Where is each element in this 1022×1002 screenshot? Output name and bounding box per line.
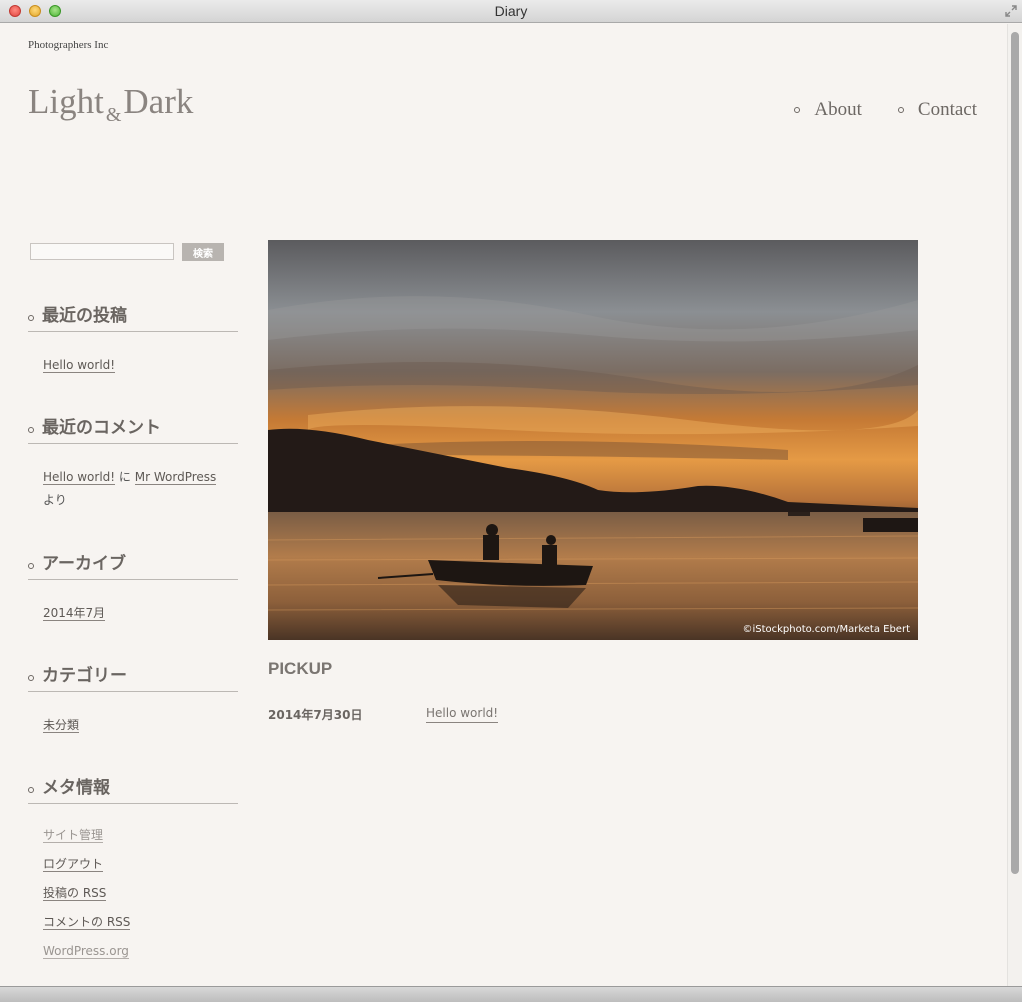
widget-archives: アーカイブ 2014年7月 — [28, 549, 238, 625]
scrollbar-thumb[interactable] — [1011, 32, 1019, 874]
widget-heading: メタ情報 — [28, 773, 238, 804]
meta-link-site-admin[interactable]: サイト管理 — [43, 828, 104, 843]
search-form: 検索 — [30, 243, 224, 261]
widget-body: 未分類 — [28, 692, 238, 737]
pickup-post-row: 2014年7月30日 Hello world! — [268, 706, 499, 723]
hero-image[interactable]: ©iStockphoto.com/Marketa Ebert — [268, 240, 918, 640]
archive-link[interactable]: 2014年7月 — [43, 606, 106, 621]
list-item: ログアウト — [43, 850, 238, 879]
main-navigation: About Contact — [794, 99, 977, 121]
meta-list: サイト管理 ログアウト 投稿の RSS コメントの RSS WordPress.… — [43, 821, 238, 966]
widget-meta: メタ情報 サイト管理 ログアウト 投稿の RSS コメントの RSS WordP… — [28, 773, 238, 966]
comment-suffix: より — [43, 493, 67, 507]
widget-title-recent-comments: 最近のコメント — [42, 418, 161, 438]
window-title: Diary — [494, 3, 528, 19]
widget-heading: カテゴリー — [28, 661, 238, 692]
widget-body: Hello world! に Mr WordPress より — [28, 444, 238, 512]
nav-label-contact: Contact — [917, 99, 977, 120]
widget-title-archives: アーカイブ — [42, 554, 126, 574]
heading-bullet-icon — [28, 563, 34, 569]
list-item: コメントの RSS — [43, 908, 238, 937]
widget-title-meta: メタ情報 — [42, 778, 110, 798]
comment-author-link[interactable]: Mr WordPress — [134, 470, 217, 485]
recent-post-link[interactable]: Hello world! — [43, 358, 116, 373]
widget-body: 2014年7月 — [28, 580, 238, 625]
site-logo[interactable]: Light &Dark — [28, 82, 194, 126]
meta-link-posts-rss[interactable]: 投稿の RSS — [43, 886, 107, 901]
nav-item-contact[interactable]: Contact — [897, 99, 977, 121]
post-date: 2014年7月30日 — [268, 708, 363, 722]
logo-ampersand: & — [105, 104, 122, 126]
meta-link-comments-rss[interactable]: コメントの RSS — [43, 915, 131, 930]
post-title-link[interactable]: Hello world! — [426, 706, 499, 723]
logo-word-light: Light — [28, 82, 104, 121]
nav-item-about[interactable]: About — [794, 99, 862, 121]
heading-bullet-icon — [28, 315, 34, 321]
list-item: サイト管理 — [43, 821, 238, 850]
search-input[interactable] — [30, 243, 174, 260]
search-button[interactable]: 検索 — [182, 243, 224, 261]
widget-recent-posts: 最近の投稿 Hello world! — [28, 301, 238, 377]
widget-heading: 最近の投稿 — [28, 301, 238, 332]
photo-credit: ©iStockphoto.com/Marketa Ebert — [742, 624, 910, 635]
window-titlebar: Diary — [0, 0, 1022, 23]
list-item: WordPress.org — [43, 937, 238, 966]
widget-body: Hello world! — [28, 332, 238, 377]
logo-word-dark: Dark — [123, 82, 194, 121]
comment-connector: に — [118, 470, 131, 484]
widget-heading: 最近のコメント — [28, 413, 238, 444]
comment-post-link[interactable]: Hello world! — [43, 470, 116, 485]
nav-bullet-icon — [794, 107, 801, 113]
fullscreen-icon[interactable] — [1004, 4, 1018, 18]
nav-bullet-icon — [897, 107, 904, 113]
widget-recent-comments: 最近のコメント Hello world! に Mr WordPress より — [28, 413, 238, 512]
meta-link-logout[interactable]: ログアウト — [43, 857, 104, 872]
list-item: 投稿の RSS — [43, 879, 238, 908]
nav-label-about: About — [814, 99, 862, 120]
meta-link-wordpress-org[interactable]: WordPress.org — [43, 944, 129, 959]
company-name: Photographers Inc — [28, 39, 109, 51]
heading-bullet-icon — [28, 675, 34, 681]
pickup-heading: PICKUP — [268, 659, 333, 678]
window-bottom-bar — [0, 986, 1022, 1002]
widget-body: サイト管理 ログアウト 投稿の RSS コメントの RSS WordPress.… — [28, 804, 238, 966]
heading-bullet-icon — [28, 787, 34, 793]
widget-title-recent-posts: 最近の投稿 — [42, 306, 127, 326]
sunset-lake-photo — [268, 240, 918, 640]
vertical-scrollbar[interactable] — [1007, 24, 1022, 986]
widget-categories: カテゴリー 未分類 — [28, 661, 238, 737]
category-link[interactable]: 未分類 — [43, 718, 80, 733]
widget-heading: アーカイブ — [28, 549, 238, 580]
widget-title-categories: カテゴリー — [42, 666, 127, 686]
heading-bullet-icon — [28, 427, 34, 433]
